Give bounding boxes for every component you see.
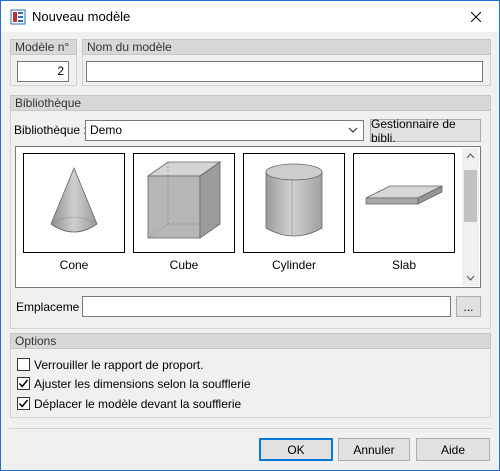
library-manager-button[interactable]: Gestionnaire de bibli. <box>370 117 481 145</box>
chevron-down-icon <box>348 127 358 133</box>
fit-tunnel-checkbox[interactable] <box>17 377 30 390</box>
library-select[interactable]: Demo <box>85 120 364 141</box>
close-icon <box>471 11 481 22</box>
footer-separator <box>9 428 491 429</box>
cube-icon <box>133 153 235 253</box>
library-item-slab[interactable]: Slab <box>353 153 455 272</box>
library-gallery: Cone Cube Cylinder Slab <box>15 146 481 288</box>
lock-ratio-label: Verrouiller le rapport de proport. <box>34 358 204 372</box>
close-button[interactable] <box>453 1 499 32</box>
cancel-button[interactable]: Annuler <box>338 438 410 461</box>
move-model-label: Déplacer le modèle devant la soufflerie <box>34 397 242 411</box>
location-label: Emplacement <box>16 300 79 314</box>
title-bar: Nouveau modèle <box>1 1 499 32</box>
move-model-checkbox[interactable] <box>17 397 30 410</box>
library-item-label: Slab <box>391 258 417 272</box>
cylinder-icon <box>243 153 345 253</box>
fit-tunnel-label: Ajuster les dimensions selon la souffler… <box>34 377 251 391</box>
checkmark-icon <box>18 399 29 408</box>
library-item-cone[interactable]: Cone <box>23 153 125 272</box>
window-title: Nouveau modèle <box>32 9 131 24</box>
location-field[interactable] <box>82 296 451 317</box>
options-header: Options <box>10 333 491 349</box>
cone-icon <box>23 153 125 253</box>
model-number-field[interactable]: 2 <box>17 61 69 82</box>
scroll-thumb[interactable] <box>464 170 477 222</box>
gallery-scrollbar[interactable] <box>462 148 479 286</box>
model-number-header: Modèle n° <box>10 39 77 55</box>
lock-ratio-checkbox[interactable] <box>17 358 30 371</box>
browse-button[interactable]: ... <box>456 296 481 317</box>
scroll-up-icon[interactable] <box>466 153 475 159</box>
help-button[interactable]: Aide <box>416 438 490 461</box>
library-item-cylinder[interactable]: Cylinder <box>243 153 345 272</box>
checkmark-icon <box>18 379 29 388</box>
slab-icon <box>353 153 455 253</box>
library-item-label: Cone <box>59 258 89 272</box>
model-name-field[interactable] <box>86 61 483 82</box>
library-item-label: Cylinder <box>271 258 316 272</box>
new-model-dialog: Nouveau modèle Modèle n° 2 Nom du modèle… <box>0 0 500 471</box>
ok-button[interactable]: OK <box>259 438 333 461</box>
library-item-cube[interactable]: Cube <box>133 153 235 272</box>
library-select-label: Bibliothèque : <box>14 123 87 137</box>
library-header: Bibliothèque <box>10 95 491 111</box>
model-name-header: Nom du modèle <box>82 39 491 55</box>
scroll-down-icon[interactable] <box>466 275 475 281</box>
library-selected-value: Demo <box>90 123 123 137</box>
model-icon <box>10 9 26 25</box>
library-item-label: Cube <box>169 258 199 272</box>
